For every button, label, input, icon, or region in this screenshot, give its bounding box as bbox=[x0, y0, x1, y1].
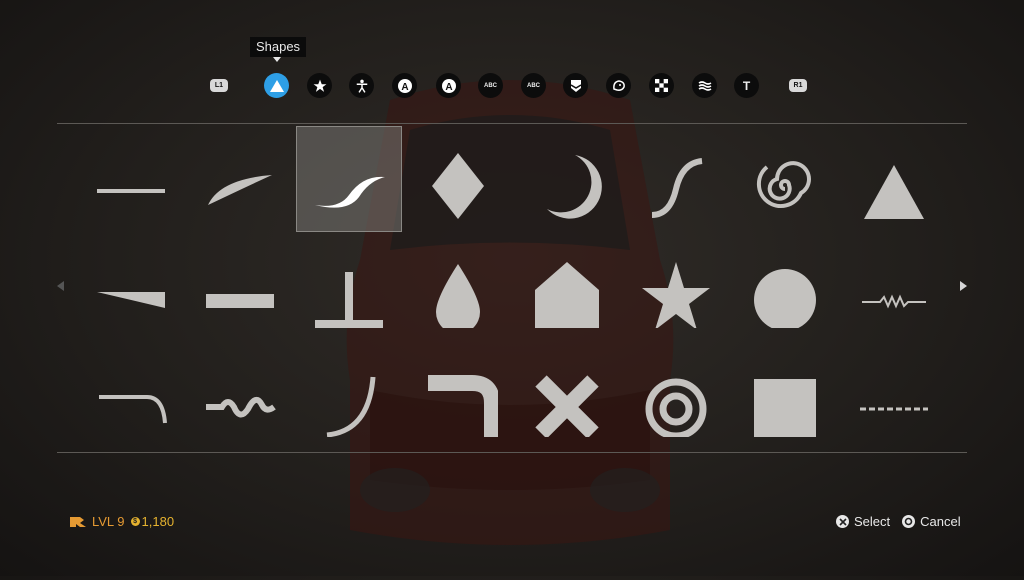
tab-people[interactable] bbox=[349, 73, 374, 98]
player-credits: $ 1,180 bbox=[130, 514, 175, 529]
thick-corner-shape bbox=[428, 375, 498, 437]
horizontal-line-shape bbox=[97, 189, 165, 193]
tab-shapes[interactable] bbox=[264, 73, 289, 98]
diamond-shape bbox=[432, 153, 484, 219]
shape-curved-corner-line[interactable] bbox=[78, 344, 184, 450]
shape-x-cross[interactable] bbox=[514, 344, 620, 450]
shape-quarter-arc[interactable] bbox=[296, 344, 402, 450]
shape-wedge[interactable] bbox=[78, 235, 184, 341]
tab-emblems[interactable] bbox=[606, 73, 631, 98]
checkered-flag-icon bbox=[655, 79, 668, 92]
emblem-icon bbox=[612, 79, 625, 91]
shape-spiral[interactable] bbox=[732, 126, 838, 232]
tab-stars[interactable] bbox=[307, 73, 332, 98]
tooltip-pointer bbox=[273, 57, 281, 62]
wedge-shape bbox=[97, 292, 165, 308]
triangle-icon bbox=[269, 79, 284, 92]
l1-bumper-button[interactable]: L1 bbox=[210, 79, 228, 92]
s-swoosh-shape bbox=[315, 176, 385, 208]
shape-crescent[interactable] bbox=[514, 126, 620, 232]
tab-badges[interactable] bbox=[563, 73, 588, 98]
shape-diamond[interactable] bbox=[405, 126, 511, 232]
shape-triangle[interactable] bbox=[841, 126, 947, 232]
shape-circle[interactable] bbox=[732, 235, 838, 341]
tab-text[interactable]: T bbox=[734, 73, 759, 98]
star-icon bbox=[313, 79, 326, 92]
cancel-prompt[interactable]: Cancel bbox=[920, 514, 960, 529]
top-divider bbox=[57, 123, 967, 124]
shape-s-swoosh-selected[interactable] bbox=[296, 126, 402, 232]
shape-square[interactable] bbox=[732, 344, 838, 450]
shape-concentric-rings[interactable] bbox=[623, 344, 729, 450]
tab-flags[interactable] bbox=[649, 73, 674, 98]
tab-patterns[interactable] bbox=[692, 73, 717, 98]
t-beam-shape bbox=[315, 272, 383, 328]
shape-teardrop[interactable] bbox=[405, 235, 511, 341]
shape-s-curve[interactable] bbox=[623, 126, 729, 232]
x-cross-shape bbox=[535, 375, 599, 437]
player-level: LVL 9 bbox=[92, 514, 125, 529]
shape-curved-blade[interactable] bbox=[187, 126, 293, 232]
curved-blade-shape bbox=[208, 175, 272, 205]
tab-text-abc[interactable]: ABC bbox=[478, 73, 503, 98]
rank-icon bbox=[70, 516, 86, 527]
r1-bumper-button[interactable]: R1 bbox=[789, 79, 807, 92]
shape-t-beam[interactable] bbox=[296, 235, 402, 341]
shape-zigzag-line[interactable] bbox=[841, 235, 947, 341]
shape-rectangle-bar[interactable] bbox=[187, 235, 293, 341]
waves-icon bbox=[698, 80, 711, 91]
player-status: LVL 9 $ 1,180 bbox=[70, 514, 174, 529]
bottom-divider bbox=[57, 452, 967, 453]
shape-house-pentagon[interactable] bbox=[514, 235, 620, 341]
person-icon bbox=[356, 79, 367, 93]
crescent-shape bbox=[547, 155, 602, 219]
circle-button-icon[interactable] bbox=[902, 515, 916, 528]
cross-button-icon[interactable] bbox=[836, 515, 849, 528]
s-curve-shape bbox=[651, 158, 703, 218]
shape-star[interactable] bbox=[623, 235, 729, 341]
text-abc-icon: ABC bbox=[484, 82, 497, 89]
previous-page-arrow-icon[interactable] bbox=[57, 281, 64, 291]
svg-text:A: A bbox=[401, 82, 408, 93]
shape-squiggle[interactable] bbox=[187, 344, 293, 450]
concentric-rings-shape bbox=[645, 378, 707, 437]
svg-text:A: A bbox=[445, 82, 452, 93]
rectangle-bar-shape bbox=[206, 294, 274, 308]
select-prompt[interactable]: Select bbox=[854, 514, 890, 529]
text-abc-alt-icon: ABC bbox=[527, 82, 540, 89]
badge-icon bbox=[570, 79, 581, 92]
curved-corner-line-shape bbox=[99, 395, 167, 424]
square-shape bbox=[754, 379, 816, 437]
star-shape bbox=[642, 262, 710, 328]
zigzag-line-shape bbox=[862, 294, 926, 309]
squiggle-shape bbox=[206, 396, 276, 418]
letter-a-icon: A bbox=[441, 78, 456, 93]
shape-thick-corner[interactable] bbox=[405, 344, 511, 450]
category-tooltip: Shapes bbox=[250, 37, 306, 57]
button-prompts: Select Cancel bbox=[836, 514, 961, 529]
quarter-arc-shape bbox=[326, 376, 376, 437]
dashed-line-shape bbox=[860, 407, 928, 411]
next-page-arrow-icon[interactable] bbox=[960, 281, 967, 291]
triangle-shape bbox=[864, 165, 924, 219]
circle-shape bbox=[754, 269, 816, 328]
teardrop-shape bbox=[436, 264, 480, 328]
credits-coin-icon: $ bbox=[130, 517, 140, 526]
spiral-shape bbox=[756, 161, 811, 209]
credits-amount: 1,180 bbox=[141, 514, 175, 529]
tab-letters[interactable]: A bbox=[436, 73, 461, 98]
shape-horizontal-line[interactable] bbox=[78, 126, 184, 232]
text-t-icon: T bbox=[742, 78, 751, 93]
tab-text-abc-alt[interactable]: ABC bbox=[521, 73, 546, 98]
tab-letters-outline[interactable]: A bbox=[392, 73, 417, 98]
house-pentagon-shape bbox=[535, 262, 599, 328]
letter-a-outline-icon: A bbox=[397, 78, 412, 93]
shape-dashed-line[interactable] bbox=[841, 344, 947, 450]
